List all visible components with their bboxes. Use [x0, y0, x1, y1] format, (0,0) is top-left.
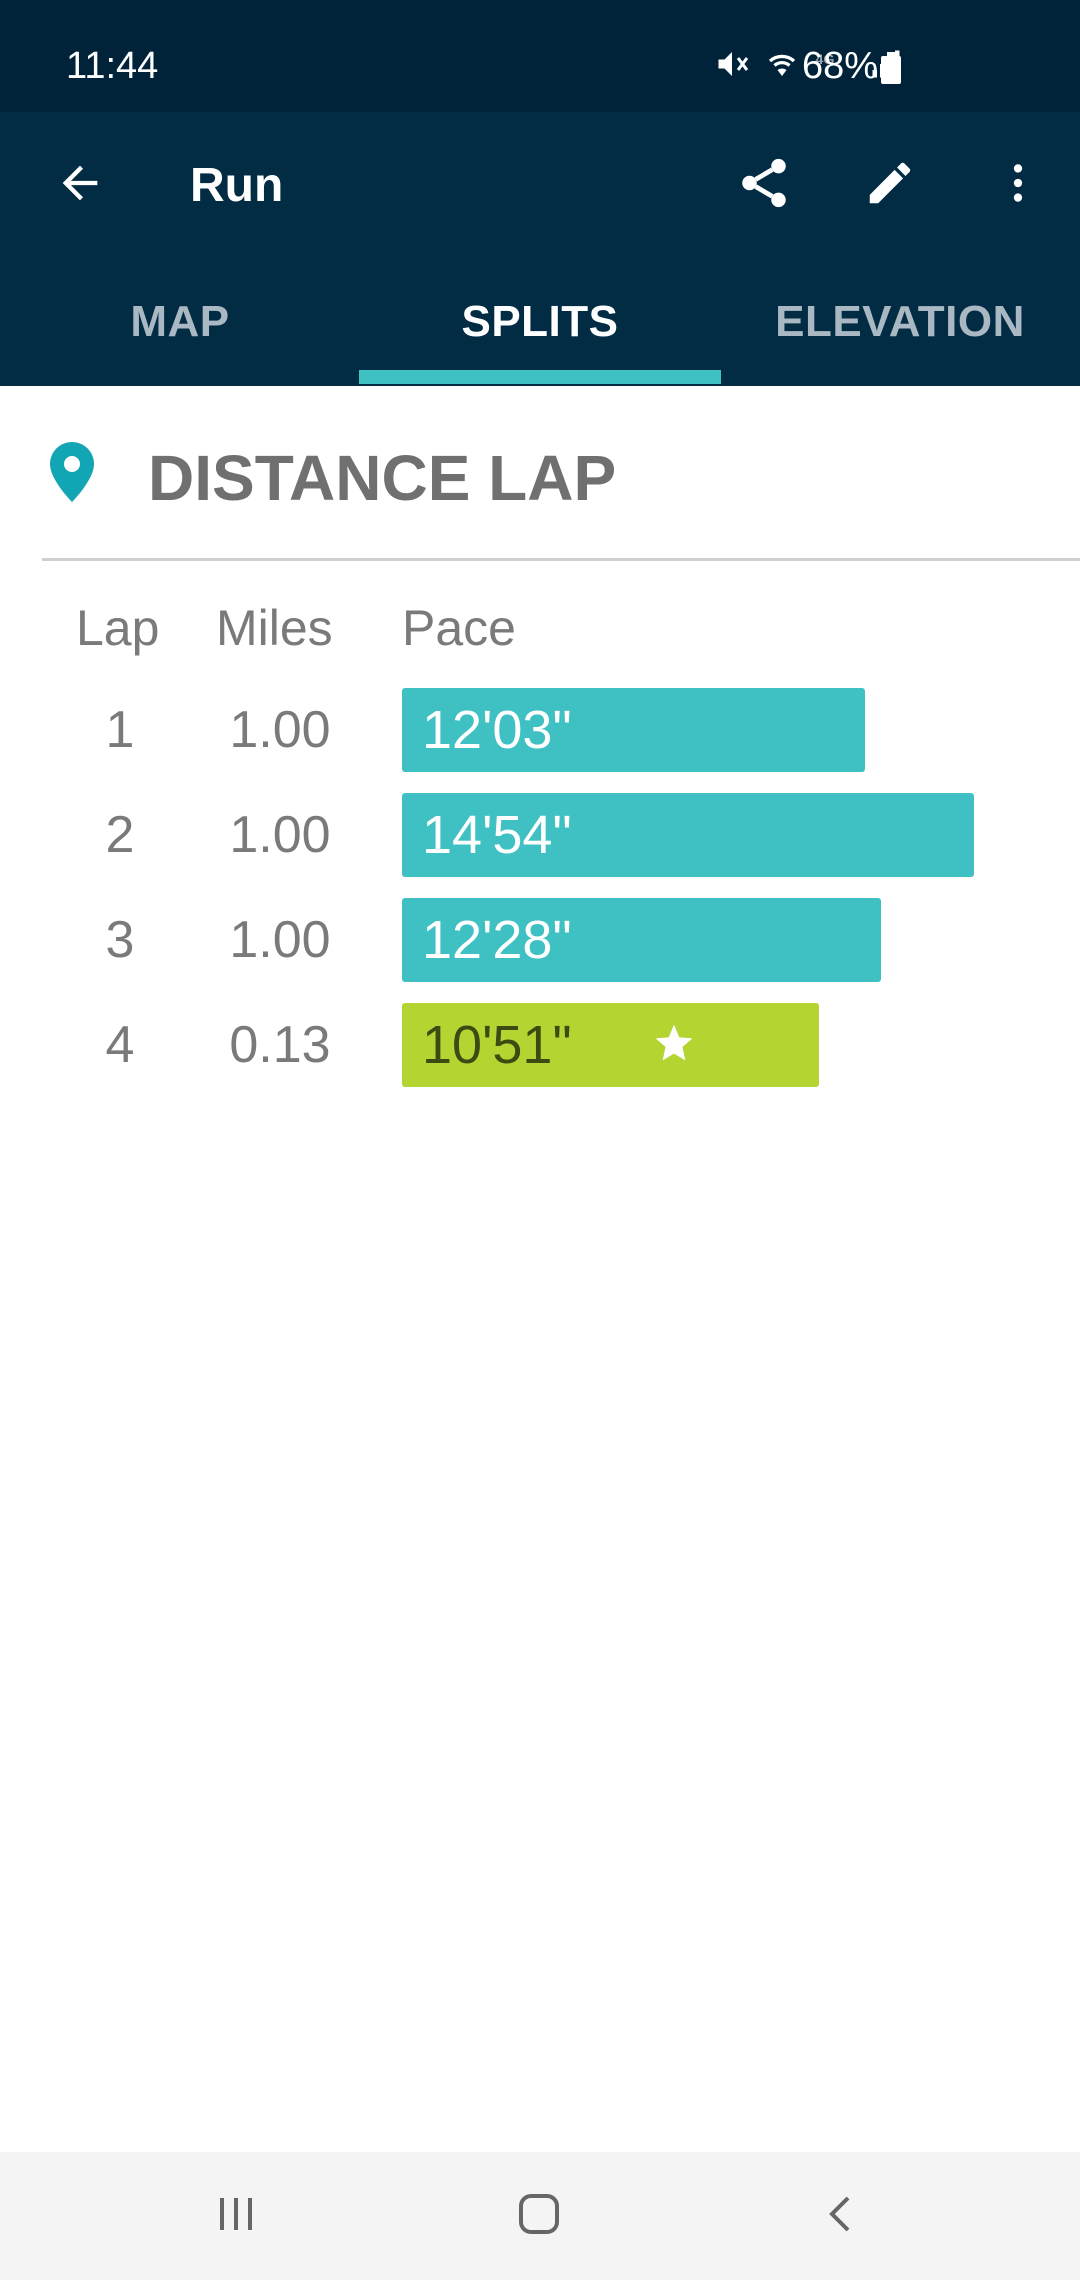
status-time: 11:44	[66, 45, 159, 87]
edit-pencil-icon	[863, 156, 917, 215]
section-header: DISTANCE LAP	[0, 386, 1080, 562]
share-button[interactable]	[724, 145, 804, 225]
back-button[interactable]	[40, 145, 120, 225]
lap-number: 3	[105, 911, 135, 969]
lap-number: 1	[105, 701, 135, 759]
battery-icon	[880, 52, 902, 84]
page-title: Run	[190, 159, 284, 212]
table-row: 2 1.00 14'54"	[0, 793, 1080, 877]
lap-miles: 1.00	[229, 806, 331, 864]
mute-icon	[714, 46, 750, 87]
section-title: DISTANCE LAP	[148, 442, 617, 514]
app-bar: Run	[0, 112, 1080, 258]
tab-map[interactable]: MAP	[0, 258, 360, 386]
pace-value: 14'54"	[422, 805, 572, 865]
column-header-miles: Miles	[216, 600, 333, 656]
table-row: 1 1.00 12'03"	[0, 688, 1080, 772]
pace-value: 12'28"	[422, 910, 572, 970]
share-icon	[735, 154, 793, 217]
recents-icon	[212, 2190, 260, 2243]
column-header-pace: Pace	[402, 600, 516, 656]
navigation-bar	[0, 2152, 1080, 2280]
table-row: 4 0.13 10'51"	[0, 1003, 1080, 1087]
status-bar: 11:44 4G 68%	[0, 0, 1080, 112]
star-icon	[652, 1021, 696, 1065]
more-vert-icon	[993, 158, 1043, 213]
home-icon	[515, 2190, 563, 2243]
wifi-icon	[764, 46, 800, 87]
screen: 11:44 4G 68% Run MAP SPLITS ELEVATION DI…	[0, 0, 1080, 2280]
section-divider	[42, 558, 1080, 561]
pace-value: 10'51"	[422, 1015, 572, 1075]
lap-number: 4	[105, 1016, 135, 1074]
lap-miles: 1.00	[229, 911, 331, 969]
lap-miles: 0.13	[229, 1016, 331, 1074]
system-back-button[interactable]	[792, 2176, 892, 2256]
column-header-lap: Lap	[76, 600, 160, 656]
battery-percent: 68%	[802, 45, 879, 87]
table-row: 3 1.00 12'28"	[0, 898, 1080, 982]
lap-number: 2	[105, 806, 135, 864]
location-pin-icon	[48, 442, 96, 502]
pace-value: 12'03"	[422, 700, 572, 760]
home-button[interactable]	[489, 2176, 589, 2256]
back-icon	[818, 2190, 866, 2243]
back-arrow-icon	[54, 157, 106, 214]
tab-elevation[interactable]: ELEVATION	[720, 258, 1080, 386]
tab-bar: MAP SPLITS ELEVATION	[0, 258, 1080, 386]
edit-button[interactable]	[850, 145, 930, 225]
more-options-button[interactable]	[978, 145, 1058, 225]
tab-splits[interactable]: SPLITS	[360, 258, 720, 386]
lap-miles: 1.00	[229, 701, 331, 759]
tab-indicator	[359, 370, 721, 384]
recents-button[interactable]	[186, 2176, 286, 2256]
